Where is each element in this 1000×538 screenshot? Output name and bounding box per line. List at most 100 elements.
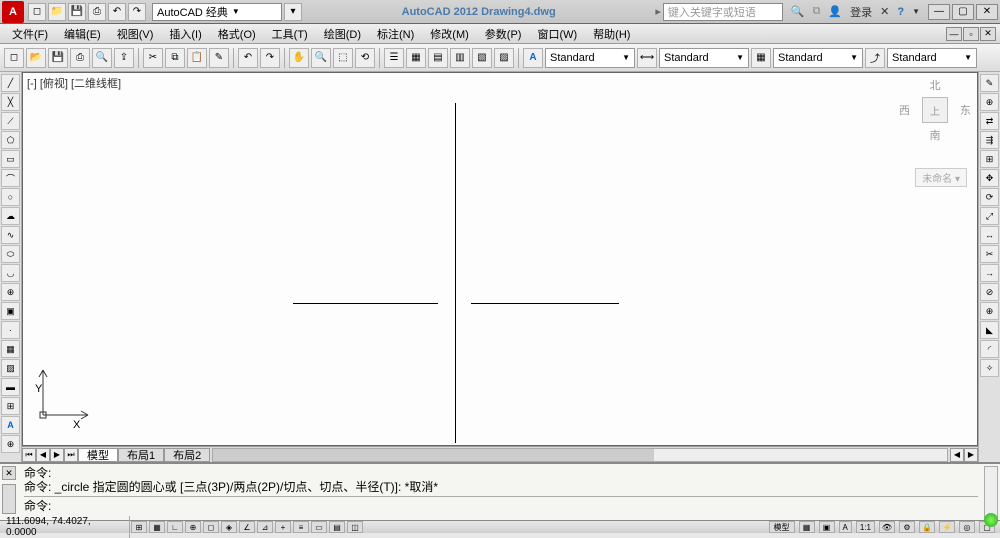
array-icon[interactable]: ⊞ — [980, 150, 999, 168]
workspace-settings-icon[interactable]: ▾ — [284, 3, 302, 21]
isolate-icon[interactable]: ◎ — [959, 521, 975, 533]
dyn-toggle[interactable]: + — [275, 521, 291, 533]
markup-icon[interactable]: ▧ — [472, 48, 492, 68]
annoscale-icon[interactable]: A — [839, 521, 852, 533]
menu-modify[interactable]: 修改(M) — [422, 26, 477, 42]
scroll-left-icon[interactable]: ◀ — [950, 448, 964, 462]
polar-toggle[interactable]: ⊕ — [185, 521, 201, 533]
dim-style-dropdown[interactable]: Standard▼ — [659, 48, 749, 68]
save-icon[interactable]: 💾 — [68, 3, 86, 21]
search-input[interactable]: 键入关键字或短语 — [663, 3, 783, 21]
grid-toggle[interactable]: ▦ — [149, 521, 165, 533]
spline-icon[interactable]: ∿ — [1, 226, 20, 244]
tab-layout2[interactable]: 布局2 — [164, 448, 210, 462]
lwt-toggle[interactable]: ≡ — [293, 521, 309, 533]
drawing-canvas[interactable]: [-] [俯视] [二维线框] Y X 北 西上东 南 未命名 ▾ — [22, 72, 978, 446]
line-icon[interactable]: ╱ — [1, 74, 20, 92]
menu-insert[interactable]: 插入(I) — [161, 26, 209, 42]
ducs-toggle[interactable]: ⊿ — [257, 521, 273, 533]
dimstyle-icon[interactable]: ⟷ — [637, 48, 657, 68]
doc-restore-button[interactable]: ▫ — [963, 27, 979, 41]
explode-icon[interactable]: ✧ — [980, 359, 999, 377]
menu-draw[interactable]: 绘图(D) — [316, 26, 369, 42]
doc-close-button[interactable]: ✕ — [980, 27, 996, 41]
textstyle-icon[interactable]: A — [523, 48, 543, 68]
region-icon[interactable]: ▬ — [1, 378, 20, 396]
menu-parametric[interactable]: 参数(P) — [477, 26, 530, 42]
redo-icon[interactable]: ↷ — [260, 48, 280, 68]
redo-icon[interactable]: ↷ — [128, 3, 146, 21]
exchange2-icon[interactable]: ✕ — [880, 5, 889, 18]
qp-toggle[interactable]: ▤ — [329, 521, 345, 533]
ellipsearc-icon[interactable]: ◡ — [1, 264, 20, 282]
app-menu-button[interactable]: A — [2, 1, 24, 23]
mleaderstyle-icon[interactable]: ⤴ — [865, 48, 885, 68]
mtext-icon[interactable]: A — [1, 416, 20, 434]
undo-icon[interactable]: ↶ — [238, 48, 258, 68]
chevron-down-icon[interactable]: ▼ — [912, 7, 920, 16]
help-icon[interactable]: ? — [897, 6, 904, 18]
chamfer-icon[interactable]: ◣ — [980, 321, 999, 339]
zoom-win-icon[interactable]: ⬚ — [333, 48, 353, 68]
scrollbar-thumb[interactable] — [213, 449, 653, 461]
toolbar-lock-icon[interactable]: 🔒 — [919, 521, 935, 533]
osnap3d-toggle[interactable]: ◈ — [221, 521, 237, 533]
copy-icon[interactable]: ⧉ — [165, 48, 185, 68]
menu-file[interactable]: 文件(F) — [4, 26, 56, 42]
properties-icon[interactable]: ☰ — [384, 48, 404, 68]
preview-icon[interactable]: 🔍 — [92, 48, 112, 68]
text-style-dropdown[interactable]: Standard▼ — [545, 48, 635, 68]
mleader-style-dropdown[interactable]: Standard▼ — [887, 48, 977, 68]
dc-icon[interactable]: ▦ — [406, 48, 426, 68]
snap-toggle[interactable]: ⊞ — [131, 521, 147, 533]
viewcube-top[interactable]: 上 — [922, 97, 948, 123]
close-button[interactable]: ✕ — [976, 4, 998, 20]
publish-icon[interactable]: ⇪ — [114, 48, 134, 68]
table-icon[interactable]: ⊞ — [1, 397, 20, 415]
break-icon[interactable]: ⊘ — [980, 283, 999, 301]
user-icon[interactable]: 👤 — [828, 5, 842, 18]
ellipse-icon[interactable]: ⬭ — [1, 245, 20, 263]
hatch-icon[interactable]: ▦ — [1, 340, 20, 358]
menu-dimension[interactable]: 标注(N) — [369, 26, 422, 42]
login-label[interactable]: 登录 — [850, 4, 872, 20]
copy2-icon[interactable]: ⊕ — [980, 93, 999, 111]
cmd-vertical-scrollbar[interactable] — [984, 466, 998, 518]
open-icon[interactable]: 📂 — [26, 48, 46, 68]
command-input[interactable]: 命令: — [24, 496, 978, 513]
tablestyle-icon[interactable]: ▦ — [751, 48, 771, 68]
arc-icon[interactable]: ⌒ — [1, 169, 20, 187]
fillet-icon[interactable]: ◜ — [980, 340, 999, 358]
new-icon[interactable]: ◻ — [28, 3, 46, 21]
mirror-icon[interactable]: ⇄ — [980, 112, 999, 130]
move-icon[interactable]: ✥ — [980, 169, 999, 187]
menu-window[interactable]: 窗口(W) — [529, 26, 585, 42]
revcloud-icon[interactable]: ☁ — [1, 207, 20, 225]
otrack-toggle[interactable]: ∠ — [239, 521, 255, 533]
scroll-right-icon[interactable]: ▶ — [964, 448, 978, 462]
viewport-label[interactable]: [-] [俯视] [二维线框] — [27, 75, 121, 91]
save-icon[interactable]: 💾 — [48, 48, 68, 68]
menu-tools[interactable]: 工具(T) — [264, 26, 316, 42]
plot-icon[interactable]: ⎙ — [70, 48, 90, 68]
erase-icon[interactable]: ✎ — [980, 74, 999, 92]
exchange-icon[interactable]: ⧉ — [813, 5, 821, 18]
maximize-button[interactable]: ▢ — [952, 4, 974, 20]
zoom-rt-icon[interactable]: 🔍 — [311, 48, 331, 68]
quickview-drawings-icon[interactable]: ▣ — [819, 521, 835, 533]
scale-icon[interactable]: ⤢ — [980, 207, 999, 225]
cmd-close-icon[interactable]: ✕ — [2, 466, 16, 480]
match-icon[interactable]: ✎ — [209, 48, 229, 68]
join-icon[interactable]: ⊕ — [980, 302, 999, 320]
ortho-toggle[interactable]: ∟ — [167, 521, 183, 533]
workspace-dropdown[interactable]: AutoCAD 经典 ▼ — [152, 3, 282, 21]
tool-palette-icon[interactable]: ▤ — [428, 48, 448, 68]
insert-icon[interactable]: ⊕ — [1, 283, 20, 301]
trim-icon[interactable]: ✂ — [980, 245, 999, 263]
quickcalc-icon[interactable]: ▨ — [494, 48, 514, 68]
scale-display[interactable]: 1:1 — [856, 521, 875, 533]
cut-icon[interactable]: ✂ — [143, 48, 163, 68]
paste-icon[interactable]: 📋 — [187, 48, 207, 68]
hardware-accel-icon[interactable]: ⚡ — [939, 521, 955, 533]
tab-model[interactable]: 模型 — [78, 448, 118, 462]
